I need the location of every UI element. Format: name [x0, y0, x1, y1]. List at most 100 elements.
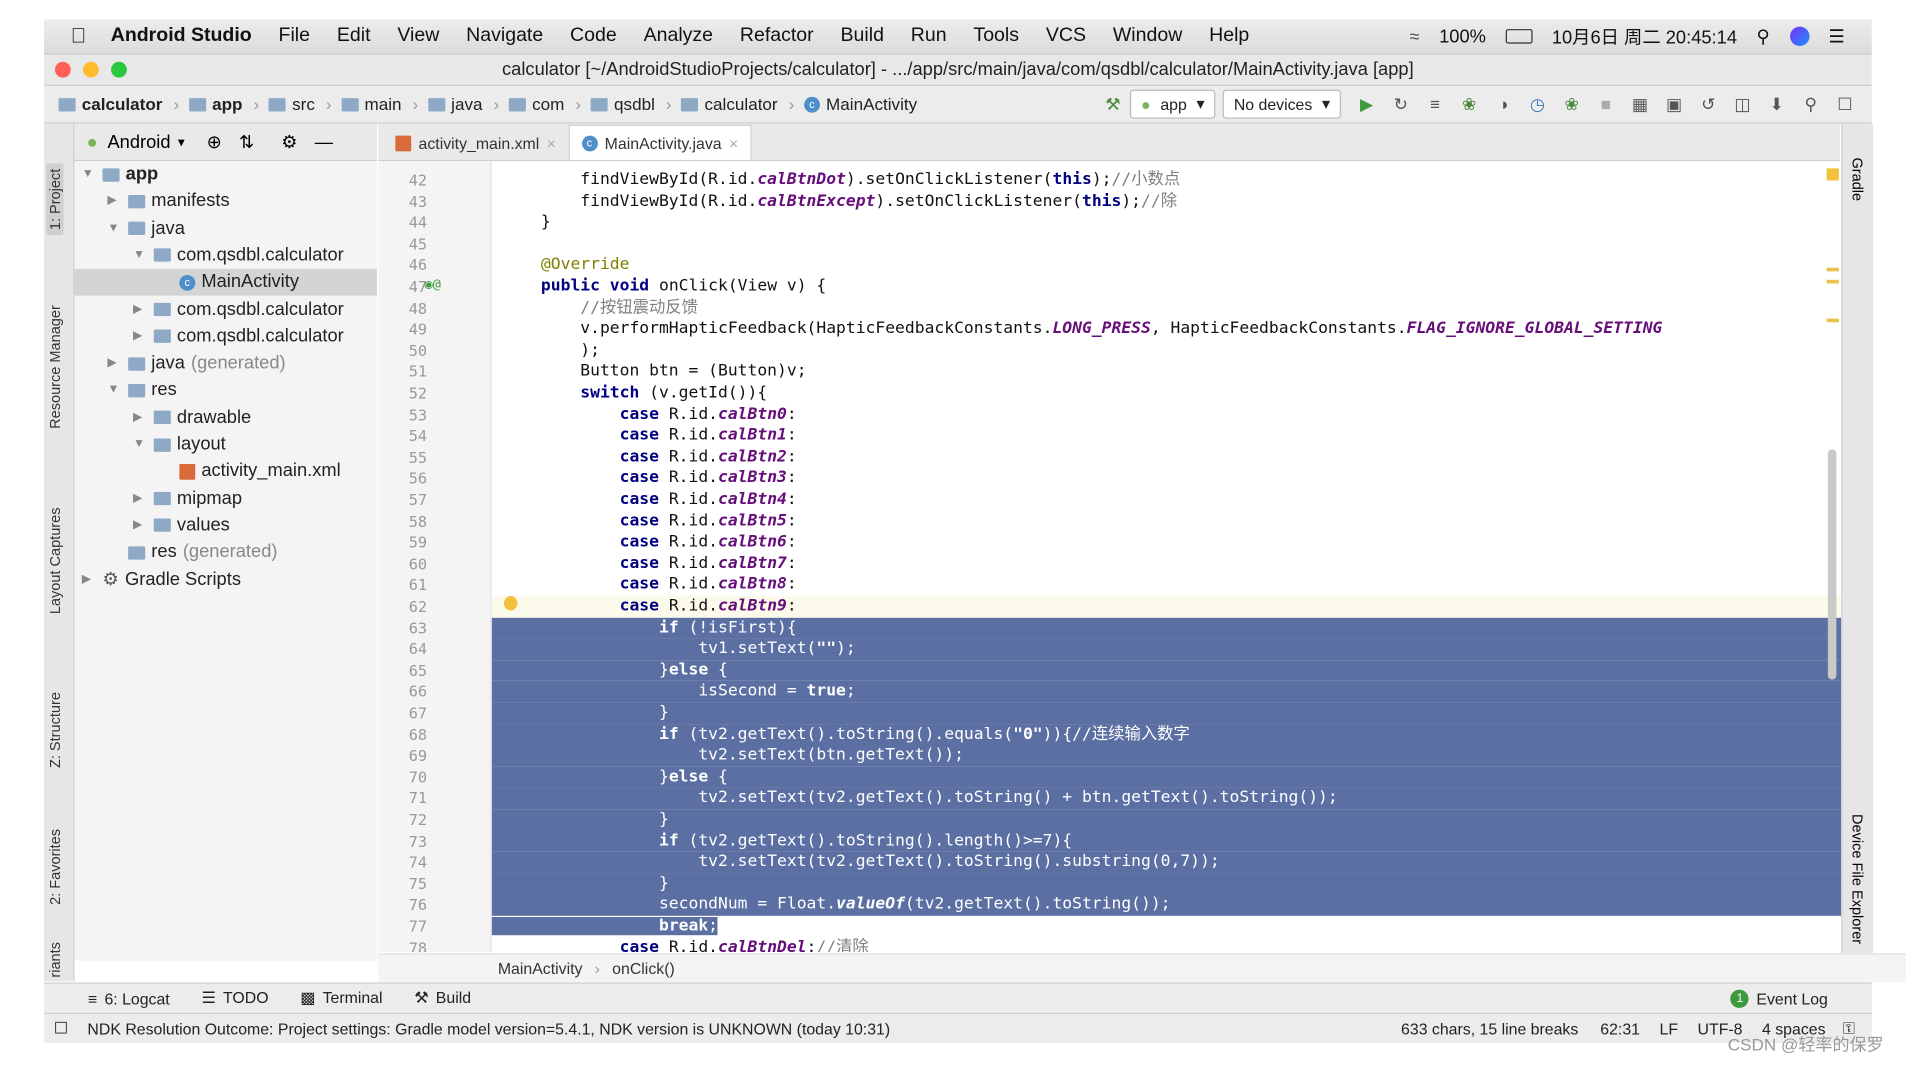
line-number[interactable]: 72 [386, 809, 427, 830]
line-number[interactable]: 51 [386, 361, 427, 382]
menu-window[interactable]: Window [1113, 25, 1182, 47]
tab-favorites[interactable]: 2: Favorites [46, 829, 63, 905]
attach-debugger-icon[interactable]: ❀ [1561, 93, 1583, 115]
breadcrumb-item[interactable]: calculator › [676, 94, 799, 114]
apply-changes-icon[interactable]: ↻ [1390, 93, 1412, 115]
battery-label[interactable]: 100% [1439, 26, 1486, 47]
breadcrumb-item[interactable]: calculator › [54, 94, 184, 114]
tree-node[interactable]: c MainActivity [74, 269, 378, 296]
line-number[interactable]: 66 [386, 681, 427, 702]
code-line[interactable]: if (tv2.getText().toString().length()>=7… [491, 830, 1842, 852]
code-line[interactable]: } [491, 873, 1842, 895]
device-manager-icon[interactable]: ◫ [1731, 93, 1753, 115]
line-number[interactable]: 68 [386, 724, 427, 745]
breadcrumb-item[interactable]: app › [184, 94, 264, 114]
line-number[interactable]: 62 [386, 596, 427, 617]
line-number[interactable]: 74 [386, 852, 427, 873]
line-number[interactable]: 47 [386, 276, 427, 297]
line-number[interactable]: 64 [386, 639, 427, 660]
tree-node[interactable]: ▶ java (generated) [74, 350, 377, 377]
line-number[interactable]: 61 [386, 575, 427, 596]
line-number[interactable]: 70 [386, 767, 427, 788]
tree-node[interactable]: ▶ ⚙ Gradle Scripts [74, 566, 377, 593]
tab-build-variants[interactable]: riants [46, 942, 63, 978]
app-menu[interactable]: Android Studio [111, 25, 252, 47]
code-line[interactable]: break; [491, 916, 1842, 937]
line-number[interactable]: 53 [386, 404, 427, 425]
minimize-window-button[interactable] [82, 61, 99, 78]
tab-gradle[interactable]: Gradle [1849, 157, 1866, 201]
close-icon[interactable]: × [547, 134, 556, 152]
menu-tools[interactable]: Tools [973, 25, 1019, 47]
gear-icon[interactable]: ⚙ [281, 131, 297, 153]
tree-node[interactable]: res (generated) [74, 539, 377, 566]
line-number[interactable]: 50 [386, 340, 427, 361]
code-line[interactable]: } [492, 212, 1842, 233]
code-line[interactable]: case R.id.calBtn1: [492, 425, 1842, 446]
sdk-manager-icon[interactable]: ⬇ [1766, 93, 1788, 115]
menu-vcs[interactable]: VCS [1046, 25, 1086, 47]
code-line[interactable]: secondNum = Float.valueOf(tv2.getText().… [491, 894, 1842, 916]
line-number[interactable]: 60 [386, 553, 427, 574]
code-line[interactable]: } [491, 702, 1842, 724]
stop-icon[interactable]: ■ [1595, 93, 1617, 115]
tree-node[interactable]: ▶ mipmap [74, 485, 377, 512]
warning-stripe-mark[interactable] [1826, 318, 1839, 323]
expanded-arrow-icon[interactable]: ▼ [107, 215, 122, 242]
line-number[interactable]: 49 [386, 319, 427, 340]
code-line[interactable]: }else { [491, 659, 1842, 682]
code-line[interactable]: if (tv2.getText().toString().equals("0")… [491, 723, 1842, 746]
tree-node[interactable]: ▼ layout [74, 431, 377, 458]
locate-icon[interactable]: ⊕ [207, 131, 222, 153]
breadcrumb-method[interactable]: onClick() [612, 959, 675, 977]
close-window-button[interactable] [54, 61, 71, 78]
tab-resource-manager[interactable]: Resource Manager [46, 305, 63, 429]
warning-stripe-mark[interactable] [1826, 279, 1839, 284]
code-line[interactable] [492, 234, 1842, 255]
line-number[interactable]: 75 [386, 873, 427, 894]
line-number[interactable]: 54 [386, 425, 427, 446]
search-icon[interactable]: ⚲ [1757, 25, 1770, 48]
code-line[interactable]: tv2.setText(tv2.getText().toString() + b… [491, 787, 1842, 810]
breadcrumb-item[interactable]: qsdbl › [586, 94, 676, 114]
user-icon[interactable]: ☐ [1834, 93, 1856, 115]
code-line[interactable]: ); [492, 340, 1842, 361]
code-line[interactable]: v.performHapticFeedback(HapticFeedbackCo… [492, 319, 1842, 340]
code-editor[interactable]: findViewById(R.id.calBtnDot).setOnClickL… [491, 161, 1842, 953]
menu-run[interactable]: Run [911, 25, 947, 47]
tree-node[interactable]: ▼ app [74, 161, 377, 188]
chevron-down-icon[interactable]: ▾ [178, 134, 185, 150]
line-number[interactable]: 55 [386, 447, 427, 468]
code-line[interactable]: isSecond = true; [491, 681, 1842, 703]
line-number[interactable]: 42 [386, 170, 427, 191]
code-line[interactable]: findViewById(R.id.calBtnDot).setOnClickL… [492, 170, 1842, 191]
code-line[interactable]: }else { [491, 766, 1842, 788]
line-number[interactable]: 69 [386, 745, 427, 766]
siri-icon[interactable] [1789, 26, 1810, 47]
tool-todo[interactable]: ☰ TODO [201, 989, 268, 1008]
project-view-select[interactable]: Android [107, 131, 170, 152]
status-message[interactable]: NDK Resolution Outcome: Project settings… [87, 1019, 890, 1037]
line-number[interactable]: 52 [386, 383, 427, 404]
line-number[interactable]: 76 [386, 894, 427, 915]
breadcrumb-item[interactable]: main › [336, 94, 423, 114]
tree-node[interactable]: ▶ values [74, 512, 377, 539]
line-number[interactable]: 43 [386, 191, 427, 212]
breadcrumb-item[interactable]: com › [504, 94, 586, 114]
collapsed-arrow-icon[interactable]: ▶ [82, 566, 97, 593]
device-select[interactable]: No devices ▾ [1222, 89, 1341, 119]
code-line[interactable]: Button btn = (Button)v; [492, 361, 1842, 382]
line-number[interactable]: 57 [386, 489, 427, 510]
clock[interactable]: 10月6日 周二 20:45:14 [1552, 24, 1737, 49]
tree-node[interactable]: ▶ manifests [74, 188, 377, 215]
code-line[interactable]: findViewById(R.id.calBtnExcept).setOnCli… [492, 191, 1842, 212]
warning-stripe-mark[interactable] [1826, 267, 1839, 272]
gradle-sync-icon[interactable]: ↺ [1697, 93, 1719, 115]
apple-icon[interactable]:  [71, 24, 87, 48]
line-separator[interactable]: LF [1660, 1019, 1679, 1037]
tree-node[interactable]: ▶ drawable [74, 404, 377, 431]
collapsed-arrow-icon[interactable]: ▶ [107, 188, 122, 215]
collapsed-arrow-icon[interactable]: ▶ [107, 350, 122, 377]
tree-node[interactable]: ▼ res [74, 377, 377, 404]
line-number[interactable]: 63 [386, 617, 427, 638]
